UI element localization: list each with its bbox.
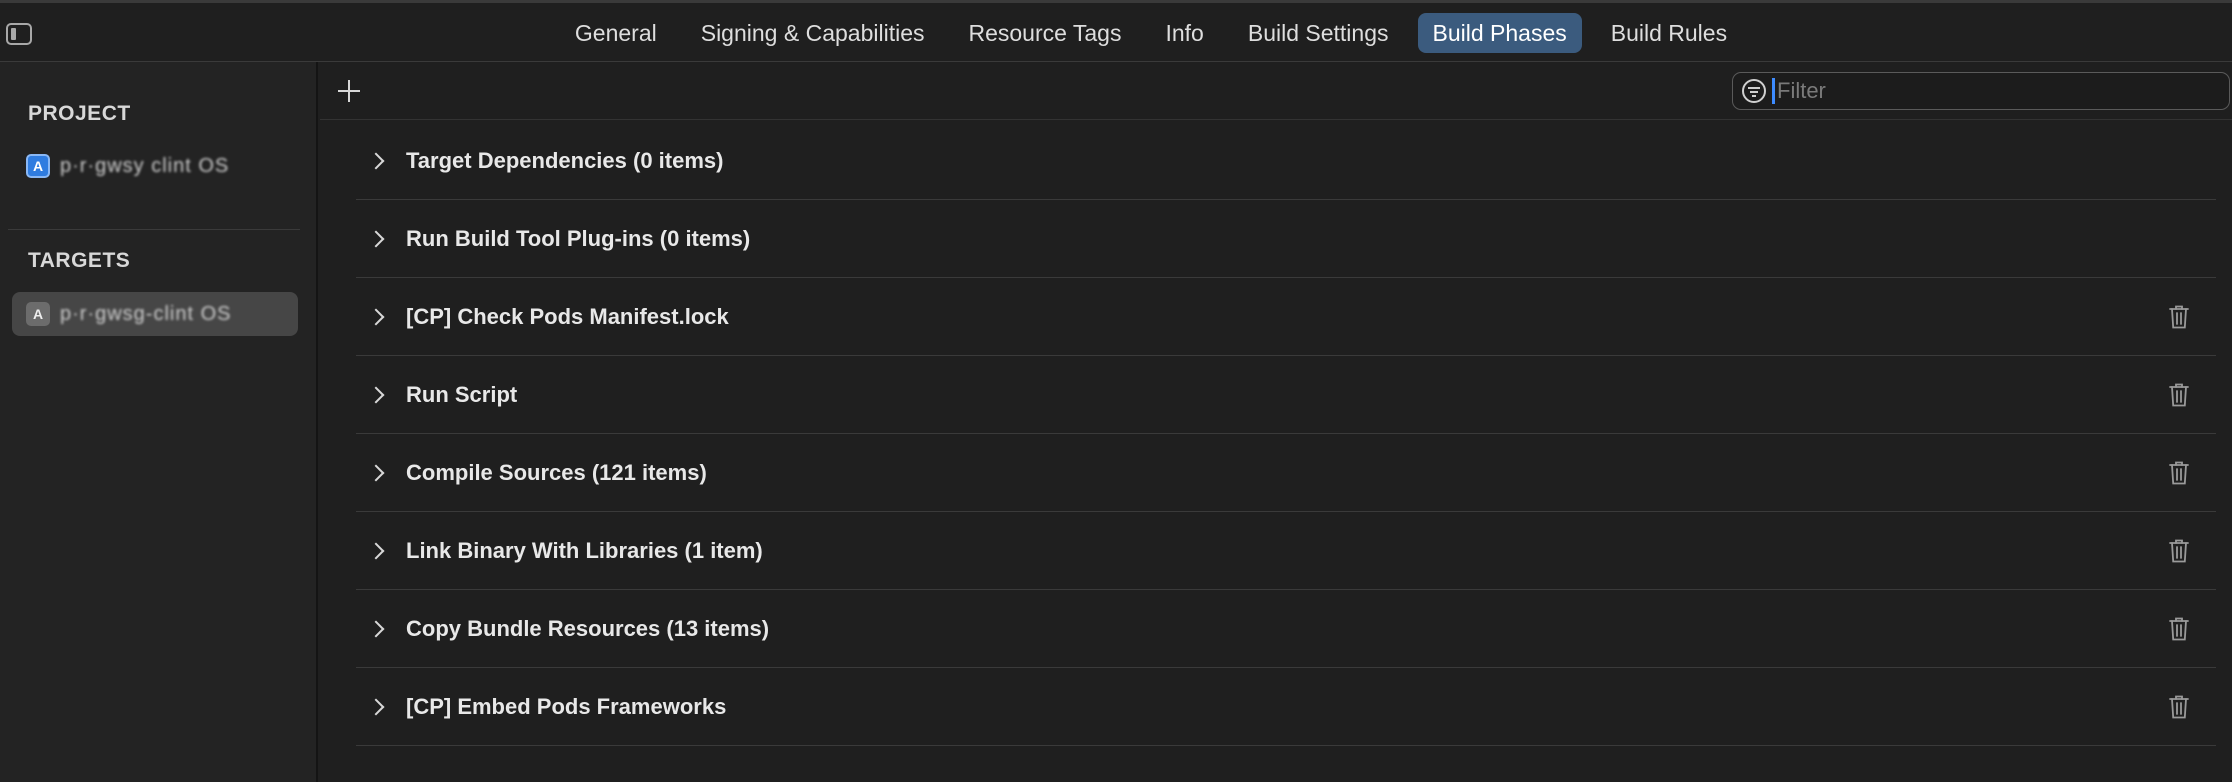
tab-resource-tags[interactable]: Resource Tags [953,13,1136,53]
phase-title: Run Script [406,381,518,407]
chevron-right-icon[interactable] [367,230,385,247]
phase-row-compile-sources[interactable]: Compile Sources (121 items) [356,434,2216,512]
editor-tab-bar: General Signing & Capabilities Resource … [0,0,2232,62]
phase-row-link-binary[interactable]: Link Binary With Libraries (1 item) [356,512,2216,590]
phase-row-embed-pods-frameworks[interactable]: [CP] Embed Pods Frameworks [356,668,2216,746]
tab-info[interactable]: Info [1150,13,1218,53]
filter-icon [1742,79,1766,103]
phase-title: Link Binary With Libraries (1 item) [406,537,763,563]
trash-icon[interactable] [2168,460,2190,486]
phase-row-run-script[interactable]: Run Script [356,356,2216,434]
phase-list: Target Dependencies (0 items) Run Build … [356,122,2216,746]
phase-title: Run Build Tool Plug-ins (0 items) [406,225,751,251]
sidebar-item-target[interactable]: p·r·gwsg-clint OS [12,292,298,336]
target-name: p·r·gwsg-clint OS [60,302,232,325]
phase-row-target-dependencies[interactable]: Target Dependencies (0 items) [356,122,2216,200]
trash-icon[interactable] [2168,694,2190,720]
tab-build-settings[interactable]: Build Settings [1233,13,1404,53]
tab-general[interactable]: General [560,13,672,53]
app-target-icon [26,302,50,326]
build-phases-panel: Target Dependencies (0 items) Run Build … [320,62,2232,782]
tab-build-rules[interactable]: Build Rules [1596,13,1742,53]
filter-field[interactable] [1732,72,2230,110]
phase-row-check-pods-manifest[interactable]: [CP] Check Pods Manifest.lock [356,278,2216,356]
text-caret [1772,78,1775,104]
phase-title: Target Dependencies (0 items) [406,147,724,173]
chevron-right-icon[interactable] [367,308,385,325]
phase-title: [CP] Embed Pods Frameworks [406,693,727,719]
trash-icon[interactable] [2168,538,2190,564]
chevron-right-icon[interactable] [367,620,385,637]
phase-title: [CP] Check Pods Manifest.lock [406,303,729,329]
project-icon [26,154,50,178]
phases-toolbar [320,62,2232,120]
chevron-right-icon[interactable] [367,698,385,715]
project-name: p·r·gwsy clint OS [60,154,230,177]
chevron-right-icon[interactable] [367,152,385,169]
xcode-target-editor: General Signing & Capabilities Resource … [0,0,2232,782]
phase-title: Copy Bundle Resources (13 items) [406,615,770,641]
tab-signing-capabilities[interactable]: Signing & Capabilities [686,13,940,53]
sidebar-divider [8,229,300,230]
tab-build-phases[interactable]: Build Phases [1417,13,1582,53]
phase-title: Compile Sources (121 items) [406,459,707,485]
trash-icon[interactable] [2168,616,2190,642]
phase-row-run-build-tool-plugins[interactable]: Run Build Tool Plug-ins (0 items) [356,200,2216,278]
trash-icon[interactable] [2168,304,2190,330]
filter-input[interactable] [1777,78,2197,104]
add-phase-button[interactable] [334,76,364,106]
tab-list: General Signing & Capabilities Resource … [0,13,2232,55]
project-target-sidebar: PROJECT p·r·gwsy clint OS TARGETS p·r·gw… [0,62,318,782]
chevron-right-icon[interactable] [367,542,385,559]
chevron-right-icon[interactable] [367,386,385,403]
chevron-right-icon[interactable] [367,464,385,481]
targets-section-title: TARGETS [28,249,131,272]
trash-icon[interactable] [2168,382,2190,408]
sidebar-item-project[interactable]: p·r·gwsy clint OS [12,144,298,188]
project-section-title: PROJECT [28,102,131,125]
phase-row-copy-bundle-resources[interactable]: Copy Bundle Resources (13 items) [356,590,2216,668]
